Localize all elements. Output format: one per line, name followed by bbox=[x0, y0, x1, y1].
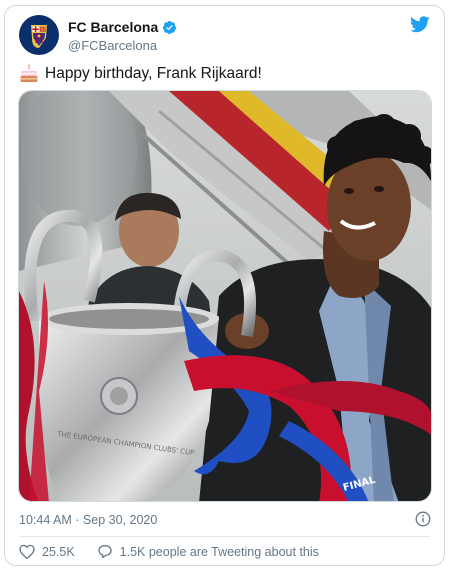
tweeting-about-text: 1.5K people are Tweeting about this bbox=[119, 544, 319, 559]
footer-divider bbox=[19, 536, 430, 537]
tweet-text: Happy birthday, Frank Rijkaard! bbox=[45, 65, 262, 82]
fc-barcelona-crest-icon bbox=[23, 19, 55, 51]
reply-bubble-icon bbox=[98, 545, 112, 559]
account-name[interactable]: FC Barcelona bbox=[68, 19, 158, 35]
account-handle[interactable]: @FCBarcelona bbox=[68, 38, 157, 53]
tweet-photo[interactable]: THE EUROPEAN CHAMPION CLUBS' CUP FINAL bbox=[18, 90, 432, 502]
avatar[interactable] bbox=[19, 15, 59, 55]
birthday-cake-icon bbox=[20, 64, 38, 82]
verified-badge-icon bbox=[163, 20, 177, 34]
heart-icon bbox=[19, 544, 35, 559]
photo-illustration: THE EUROPEAN CHAMPION CLUBS' CUP FINAL bbox=[19, 91, 431, 501]
tweeting-about-link[interactable]: 1.5K people are Tweeting about this bbox=[97, 544, 319, 559]
twitter-bird-icon[interactable] bbox=[410, 16, 430, 33]
tweet-card[interactable]: FC Barcelona @FCBarcelona Happy birthday… bbox=[4, 5, 445, 566]
tweet-text-row: Happy birthday, Frank Rijkaard! bbox=[19, 64, 262, 84]
account-name-row[interactable]: FC Barcelona bbox=[68, 19, 177, 35]
tweet-actions: 25.5K 1.5K people are Tweeting about thi… bbox=[19, 544, 319, 559]
like-count: 25.5K bbox=[42, 544, 75, 559]
like-button[interactable]: 25.5K bbox=[19, 544, 97, 559]
info-icon[interactable] bbox=[415, 511, 431, 527]
tweet-timestamp[interactable]: 10:44 AM · Sep 30, 2020 bbox=[19, 513, 157, 527]
